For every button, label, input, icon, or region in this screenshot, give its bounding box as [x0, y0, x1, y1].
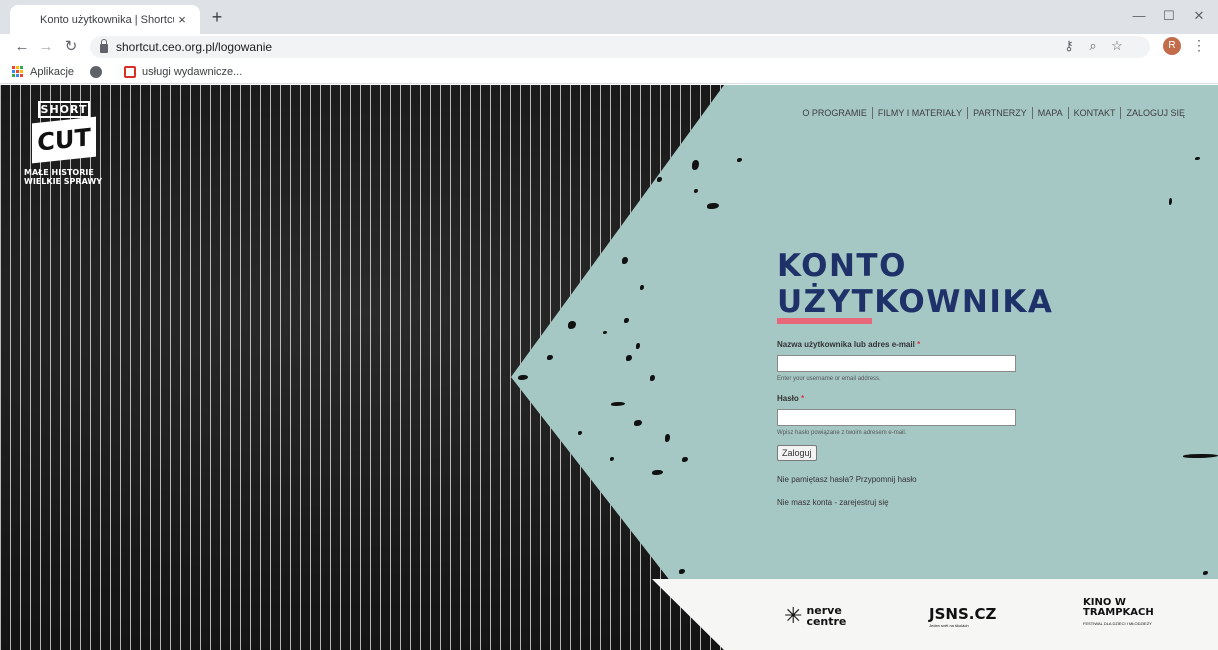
logo-cut-text: CUT	[32, 116, 96, 164]
decorative-speck	[578, 431, 582, 435]
kino-subtitle: FESTIWAL DLA DZIECI I MŁODZIEŻY	[1083, 621, 1152, 626]
decorative-speck	[1195, 157, 1200, 160]
nav-item-partnerzy[interactable]: PARTNERZY	[968, 108, 1032, 118]
nav-item-o-programie[interactable]: O PROGRAMIE	[797, 108, 872, 118]
decorative-speck	[1169, 198, 1172, 205]
jsns-text: JSNS.CZ	[929, 605, 997, 623]
nav-item-zaloguj[interactable]: ZALOGUJ SIĘ	[1121, 108, 1190, 118]
page-title: KONTO UŻYTKOWNIKA	[777, 248, 1054, 320]
shortcut-logo[interactable]: SHORT CUT MAŁE HISTORIE WIELKIE SPRAWY	[24, 101, 104, 186]
logo-tagline-1: MAŁE HISTORIE	[24, 168, 94, 177]
password-input[interactable]	[777, 409, 1016, 426]
browser-tab[interactable]: Konto użytkownika | Shortcut ×	[10, 5, 200, 34]
decorative-speck	[692, 160, 699, 170]
decorative-speck	[679, 569, 685, 574]
decorative-speck	[518, 375, 528, 380]
decorative-speck	[603, 331, 607, 334]
decorative-speck	[634, 420, 642, 426]
username-label-text: Nazwa użytkownika lub adres e-mail	[777, 340, 915, 349]
nerve-text-2: centre	[806, 615, 847, 628]
reload-icon[interactable]: ↻	[61, 37, 81, 57]
bookmark-star-icon[interactable]: ☆	[1108, 38, 1126, 54]
decorative-speck	[611, 402, 625, 406]
decorative-speck	[1183, 454, 1218, 458]
decorative-speck	[568, 321, 576, 329]
username-input[interactable]	[777, 355, 1016, 372]
decorative-speck	[650, 375, 655, 381]
logo-short-text: SHORT	[38, 101, 90, 118]
browser-toolbar: ← → ↻ shortcut.ceo.org.pl/logowanie ⚷ ⌕ …	[0, 34, 1218, 60]
decorative-speck	[652, 470, 663, 475]
forgot-password-link[interactable]: Nie pamiętasz hasła? Przypomnij hasło	[777, 475, 1137, 484]
username-label: Nazwa użytkownika lub adres e-mail *	[777, 340, 1137, 349]
tab-title: Konto użytkownika | Shortcut	[40, 13, 174, 26]
decorative-speck	[640, 285, 644, 290]
close-tab-icon[interactable]: ×	[174, 12, 190, 27]
decorative-speck	[1203, 571, 1208, 575]
partner-logo-jsns[interactable]: JSNS.CZ Jeden svět na školách	[929, 605, 996, 628]
main-navigation: O PROGRAMIE FILMY I MATERIAŁY PARTNERZY …	[797, 107, 1190, 119]
bookmark-apps[interactable]: Aplikacje	[12, 65, 75, 78]
maximize-icon[interactable]: ☐	[1154, 6, 1184, 26]
bookmark-globe[interactable]	[90, 65, 108, 78]
bookmarks-bar: Aplikacje usługi wydawnicze...	[0, 60, 1218, 84]
bookmark-label: Aplikacje	[30, 65, 75, 78]
logo-tagline-2: WIELKIE SPRAWY	[24, 177, 103, 186]
partner-logo-kino-w-trampkach[interactable]: KINO W TRAMPKACH FESTIWAL DLA DZIECI I M…	[1083, 598, 1154, 627]
decorative-speck	[682, 457, 688, 462]
decorative-speck	[547, 355, 553, 360]
bookmark-label: usługi wydawnicze...	[142, 65, 243, 78]
key-icon[interactable]: ⚷	[1060, 38, 1078, 54]
password-hint: Wpisz hasło powiązane z twoim adresem e-…	[777, 430, 907, 436]
url-text: shortcut.ceo.org.pl/logowanie	[116, 40, 273, 54]
tab-strip: Konto użytkownika | Shortcut × + — ☐ ✕	[0, 0, 1218, 34]
jsns-subtitle: Jeden svět na školách	[929, 623, 969, 628]
password-label-text: Hasło	[777, 394, 799, 403]
nav-item-kontakt[interactable]: KONTAKT	[1069, 108, 1121, 118]
decorative-speck	[707, 203, 719, 209]
nerve-star-icon: ✳	[784, 603, 803, 628]
login-form: KONTO UŻYTKOWNIKA Nazwa użytkownika lub …	[777, 248, 1137, 507]
decorative-speck	[737, 158, 742, 162]
zoom-icon[interactable]: ⌕	[1084, 38, 1102, 54]
globe-icon	[90, 65, 103, 78]
decorative-speck	[622, 257, 628, 264]
login-button[interactable]: Zaloguj	[777, 445, 817, 461]
menu-icon[interactable]: ⋮	[1192, 37, 1206, 54]
decorative-speck	[665, 434, 670, 442]
close-window-icon[interactable]: ✕	[1184, 6, 1214, 26]
required-mark: *	[801, 394, 805, 403]
apps-icon	[12, 65, 24, 78]
decorative-speck	[694, 189, 698, 193]
minimize-icon[interactable]: —	[1124, 6, 1154, 26]
decorative-speck	[610, 457, 614, 461]
decorative-speck	[636, 343, 640, 349]
username-hint: Enter your username or email address.	[777, 376, 881, 382]
nav-item-mapa[interactable]: MAPA	[1033, 108, 1068, 118]
back-icon[interactable]: ←	[12, 37, 32, 57]
bookmark-publishing[interactable]: usługi wydawnicze...	[124, 65, 243, 78]
decorative-speck	[657, 177, 662, 182]
password-label: Hasło *	[777, 394, 1137, 403]
kino-text-2: TRAMPKACH	[1083, 607, 1154, 618]
address-bar[interactable]: shortcut.ceo.org.pl/logowanie ⚷ ⌕ ☆	[90, 36, 1150, 58]
profile-avatar[interactable]: R	[1163, 37, 1181, 55]
nav-item-filmy[interactable]: FILMY I MATERIAŁY	[873, 108, 967, 118]
new-tab-button[interactable]: +	[206, 6, 228, 28]
required-mark: *	[917, 340, 921, 349]
decorative-speck	[624, 318, 629, 323]
register-link[interactable]: Nie masz konta - zarejestruj się	[777, 498, 1137, 507]
partner-logo-nerve-centre[interactable]: ✳ nerve centre	[784, 603, 847, 628]
lock-icon	[100, 39, 108, 53]
decorative-speck	[626, 355, 632, 361]
forward-icon[interactable]: →	[36, 37, 56, 57]
publishing-icon	[124, 65, 137, 78]
web-page: SHORT CUT MAŁE HISTORIE WIELKIE SPRAWY O…	[0, 85, 1218, 650]
